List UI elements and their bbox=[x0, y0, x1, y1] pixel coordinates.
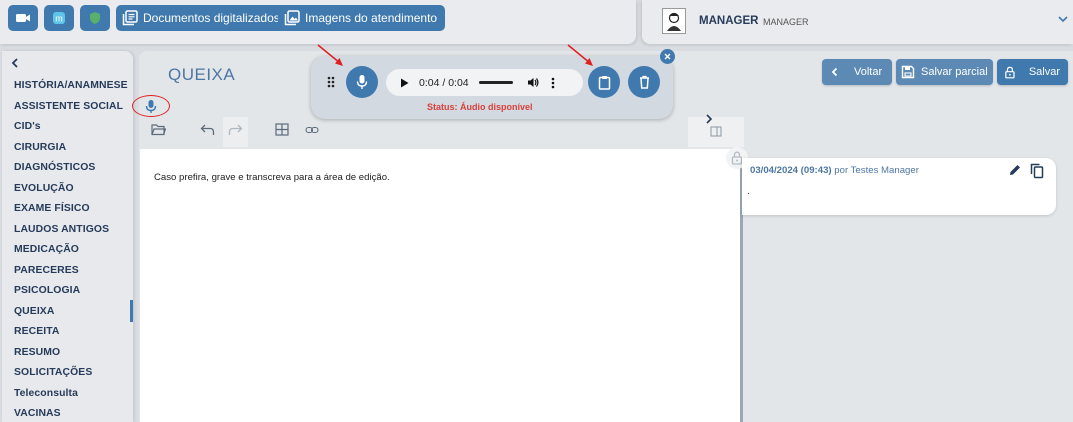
editor-toolbar bbox=[139, 117, 742, 147]
shield-icon bbox=[90, 12, 100, 24]
undo-icon[interactable] bbox=[200, 123, 215, 136]
audio-progress[interactable] bbox=[478, 81, 513, 84]
sidebar-item[interactable]: CIRURGIA bbox=[14, 142, 128, 163]
annotation-arrow-icon bbox=[317, 44, 343, 66]
video-camera-icon bbox=[16, 14, 30, 22]
redo-icon bbox=[228, 124, 243, 135]
history-actions bbox=[1008, 163, 1044, 179]
delete-audio-button[interactable] bbox=[628, 66, 660, 98]
sidebar-item[interactable]: EVOLUÇÃO bbox=[14, 183, 128, 204]
sidebar-item[interactable]: ASSISTENTE SOCIAL bbox=[14, 101, 128, 122]
redo-button[interactable] bbox=[223, 117, 248, 147]
sidebar-item[interactable]: CID's bbox=[14, 121, 128, 142]
video-camera-button[interactable] bbox=[8, 5, 38, 31]
sidebar-item[interactable]: DIAGNÓSTICOS bbox=[14, 162, 128, 183]
play-icon[interactable] bbox=[400, 78, 409, 88]
edit-pencil-icon[interactable] bbox=[1008, 163, 1022, 177]
avatar bbox=[662, 8, 686, 34]
sidebar-item[interactable]: MEDICAÇÃO bbox=[14, 244, 128, 265]
shield-button[interactable] bbox=[80, 5, 110, 31]
text-editor[interactable]: Caso prefira, grave e transcreva para a … bbox=[140, 149, 743, 422]
svg-text:m: m bbox=[55, 14, 63, 24]
side-panel-toggle[interactable] bbox=[688, 114, 744, 147]
sidebar-item-queixa[interactable]: QUEIXA bbox=[14, 306, 128, 327]
documentos-label: Documentos digitalizados bbox=[143, 11, 280, 25]
chevron-left-icon bbox=[831, 67, 838, 77]
salvar-parcial-label: Salvar parcial bbox=[921, 66, 988, 78]
user-role: MANAGER bbox=[763, 17, 809, 27]
page-title: QUEIXA bbox=[168, 65, 236, 84]
avatar-portrait-icon bbox=[667, 12, 681, 31]
sidebar-item[interactable]: PARECERES bbox=[14, 265, 128, 286]
imagens-atendimento-button[interactable]: Imagens do atendimento bbox=[278, 5, 446, 31]
chevron-down-icon[interactable] bbox=[1057, 14, 1069, 24]
audio-status: Status: Áudio disponível bbox=[427, 102, 533, 112]
sidebar-item[interactable]: RECEITA bbox=[14, 326, 128, 347]
voltar-button[interactable]: Voltar bbox=[822, 59, 892, 85]
images-icon bbox=[284, 10, 300, 26]
m-logo-icon: m bbox=[53, 12, 65, 24]
user-name: MANAGER bbox=[699, 15, 759, 27]
history-date: 03/04/2024 (09:43) bbox=[750, 165, 832, 176]
imagens-label: Imagens do atendimento bbox=[305, 11, 438, 25]
annotation-arrow-icon bbox=[567, 44, 593, 66]
close-audio-button[interactable] bbox=[660, 49, 675, 64]
sidebar-item[interactable]: PSICOLOGIA bbox=[14, 285, 128, 306]
trash-icon bbox=[639, 75, 649, 89]
sidebar-item[interactable]: EXAME FÍSICO bbox=[14, 203, 128, 224]
table-icon[interactable] bbox=[275, 123, 289, 136]
voltar-label: Voltar bbox=[854, 66, 883, 78]
chevron-right-icon[interactable] bbox=[704, 114, 714, 124]
sidebar-menu: HISTÓRIA/ANAMNESE ASSISTENTE SOCIAL CID'… bbox=[14, 80, 128, 422]
salvar-label: Salvar bbox=[1028, 66, 1060, 78]
save-icon bbox=[901, 65, 915, 79]
microphone-icon[interactable] bbox=[145, 99, 157, 114]
close-icon bbox=[664, 53, 671, 60]
mic-highlight bbox=[132, 95, 170, 117]
volume-icon[interactable] bbox=[527, 77, 539, 88]
lock-open-icon bbox=[1005, 66, 1015, 78]
audio-player[interactable]: 0:04 / 0:04 bbox=[386, 69, 583, 96]
history-card: 03/04/2024 (09:43) por Testes Manager . bbox=[742, 158, 1056, 215]
salvar-button[interactable]: Salvar bbox=[997, 59, 1068, 85]
sidebar-item[interactable]: LAUDOS ANTIGOS bbox=[14, 224, 128, 245]
documentos-digitalizados-button[interactable]: Documentos digitalizados bbox=[116, 5, 288, 31]
sidebar: HISTÓRIA/ANAMNESE ASSISTENTE SOCIAL CID'… bbox=[2, 51, 133, 422]
transcribe-button[interactable] bbox=[588, 66, 620, 98]
m-app-button[interactable]: m bbox=[44, 5, 74, 31]
sidebar-item[interactable]: VACINAS bbox=[14, 408, 128, 422]
history-header: 03/04/2024 (09:43) por Testes Manager bbox=[750, 165, 919, 176]
more-options-icon[interactable] bbox=[551, 77, 555, 89]
salvar-parcial-button[interactable]: Salvar parcial bbox=[896, 59, 993, 85]
sidebar-item[interactable]: SOLICITAÇÕES bbox=[14, 367, 128, 388]
microphone-icon bbox=[356, 75, 368, 89]
record-button[interactable] bbox=[346, 66, 378, 98]
history-author: por Testes Manager bbox=[834, 165, 919, 176]
audio-time: 0:04 / 0:04 bbox=[419, 76, 469, 89]
documents-icon bbox=[122, 10, 138, 26]
editor-content[interactable]: Caso prefira, grave e transcreva para a … bbox=[154, 172, 390, 183]
sidebar-item[interactable]: Teleconsulta bbox=[14, 388, 128, 409]
clipboard-icon bbox=[598, 75, 610, 90]
active-indicator bbox=[130, 300, 133, 322]
drag-handle-icon[interactable] bbox=[327, 76, 335, 88]
chevron-left-icon[interactable] bbox=[10, 57, 20, 69]
sidebar-item[interactable]: RESUMO bbox=[14, 347, 128, 368]
link-icon[interactable] bbox=[305, 126, 319, 134]
copy-icon[interactable] bbox=[1030, 163, 1044, 179]
history-text: . bbox=[747, 186, 750, 197]
user-bar[interactable]: MANAGER MANAGER bbox=[642, 0, 1073, 44]
panel-icon bbox=[710, 126, 722, 137]
audio-recorder-panel: 0:04 / 0:04 Status: Áudio disponível bbox=[311, 56, 673, 119]
top-toolbar: m Documentos digitalizados Imagens do at… bbox=[0, 0, 636, 44]
folder-open-icon[interactable] bbox=[151, 123, 166, 136]
sidebar-item[interactable]: HISTÓRIA/ANAMNESE bbox=[14, 80, 128, 101]
